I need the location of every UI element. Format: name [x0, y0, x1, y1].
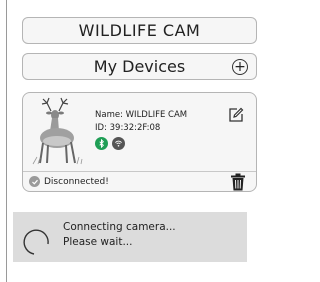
- add-device-button[interactable]: +: [232, 59, 248, 75]
- device-info: Name: WILDLIFE CAM ID: 39:32:2F:08: [95, 109, 187, 135]
- connection-status-text: Disconnected!: [44, 176, 109, 187]
- app-title: WILDLIFE CAM: [78, 21, 201, 40]
- device-name-value: WILDLIFE CAM: [125, 110, 188, 120]
- wifi-icon: [112, 137, 125, 150]
- my-devices-label: My Devices: [93, 57, 186, 76]
- card-divider: [23, 171, 256, 172]
- app-title-bar: WILDLIFE CAM: [22, 17, 257, 44]
- device-card[interactable]: Name: WILDLIFE CAM ID: 39:32:2F:08 Disco…: [22, 92, 257, 192]
- connection-status: Disconnected!: [29, 176, 109, 187]
- toast-line-1: Connecting camera...: [63, 221, 176, 233]
- trash-icon[interactable]: [230, 173, 246, 191]
- disconnected-icon: [29, 176, 40, 187]
- device-id-label: ID:: [95, 123, 107, 133]
- device-id-row: ID: 39:32:2F:08: [95, 122, 187, 135]
- connection-icons: [95, 137, 125, 150]
- connecting-toast: Connecting camera... Please wait...: [13, 212, 247, 262]
- loading-spinner-icon: [23, 229, 49, 255]
- device-name-label: Name:: [95, 110, 123, 120]
- my-devices-bar: My Devices +: [22, 53, 257, 80]
- device-id-value: 39:32:2F:08: [109, 123, 161, 133]
- device-name-row: Name: WILDLIFE CAM: [95, 109, 187, 122]
- deer-image: [32, 97, 83, 165]
- toast-line-2: Please wait...: [63, 236, 133, 248]
- edit-icon[interactable]: [228, 107, 244, 123]
- toast-message: Connecting camera... Please wait...: [63, 220, 176, 250]
- bluetooth-icon: [95, 137, 108, 150]
- plus-icon: +: [234, 59, 246, 75]
